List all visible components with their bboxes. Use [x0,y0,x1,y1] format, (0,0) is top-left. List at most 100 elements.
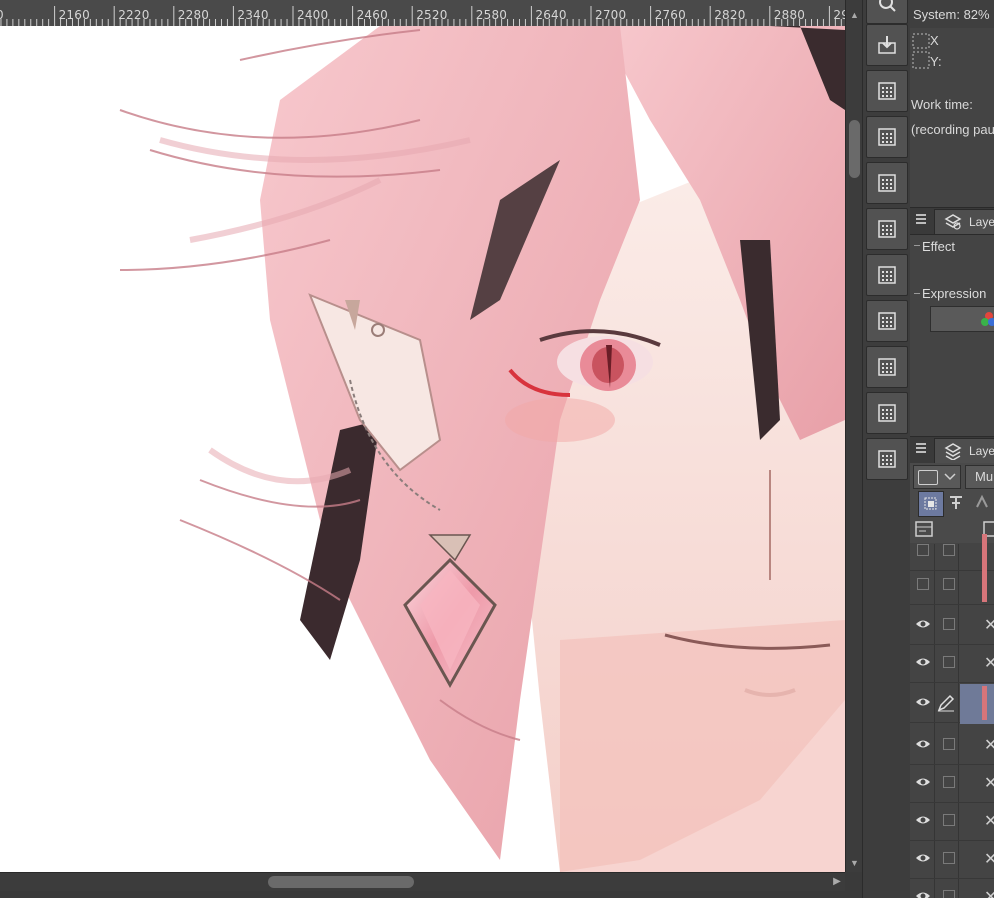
eye-icon[interactable] [915,814,931,826]
grid-material-icon[interactable] [866,392,908,434]
ruler-label: 2340 [237,8,269,22]
info-header: System: 82% [910,0,994,28]
empty-thumbnail-icon: ✕ [984,889,994,898]
lock-toggle[interactable] [943,776,955,788]
empty-thumbnail-icon: ✕ [984,775,994,792]
grid-material-icon[interactable] [866,70,908,112]
layer-thumbnail [982,568,987,602]
lock-toggle[interactable] [943,618,955,630]
layer-row[interactable]: ✕ [910,644,994,683]
lock-toggle[interactable] [943,656,955,668]
tab-layer[interactable]: Laye [934,438,994,463]
lock-toggle[interactable] [943,814,955,826]
layer-row[interactable]: ✕ [910,878,994,898]
artwork-illustration [119,26,845,872]
layer-row[interactable]: ✕ [910,726,994,765]
ruler-label: 2400 [297,8,329,22]
menu-icon[interactable] [916,214,926,224]
eye-icon[interactable] [915,618,931,630]
tab-label: Laye [969,444,994,458]
eye-icon[interactable] [915,890,931,898]
layer-row[interactable]: ✕ [910,764,994,803]
lock-layer-icon[interactable] [972,493,992,513]
empty-thumbnail-icon: ✕ [984,851,994,868]
ruler-label: 2460 [356,8,388,22]
ruler-label: 2700 [595,8,627,22]
empty-thumbnail-icon: ✕ [984,655,994,672]
grid-material-icon[interactable] [866,300,908,342]
lock-toggle[interactable] [943,578,955,590]
lock-toggle[interactable] [943,738,955,750]
visibility-toggle[interactable] [917,544,929,556]
ruler-label: 2580 [475,8,508,22]
reference-layer-icon[interactable] [946,493,966,513]
import-icon[interactable] [866,24,908,66]
pen-icon [937,694,955,712]
grid-material-icon[interactable] [866,346,908,388]
layer-thumbnail [982,686,987,720]
grid-material-icon[interactable] [866,162,908,204]
empty-thumbnail-icon: ✕ [984,617,994,634]
horizontal-scrollbar[interactable]: ▶ [0,872,845,891]
eye-icon[interactable] [915,696,931,708]
grid-material-icon[interactable] [866,116,908,158]
selected-layer-highlight [960,684,994,724]
eye-icon[interactable] [915,852,931,864]
layers-icon [944,443,962,460]
tab-layer-property[interactable]: Laye [934,209,994,234]
chevron-down-icon [944,473,956,481]
empty-thumbnail-icon: ✕ [984,813,994,830]
drawing-canvas[interactable] [0,26,845,872]
eye-icon[interactable] [915,738,931,750]
visibility-toggle[interactable] [917,578,929,590]
lock-toggle[interactable] [943,544,955,556]
eye-icon[interactable] [915,656,931,668]
layer-thumbnail [982,534,987,568]
layer-row[interactable]: ✕ [910,802,994,841]
recording-status-text: (recording pau [911,122,994,137]
grid-material-icon[interactable] [866,208,908,250]
scroll-up-arrow-icon[interactable]: ▲ [846,8,863,22]
lock-toggle[interactable] [943,852,955,864]
scroll-right-arrow-icon[interactable]: ▶ [831,875,843,889]
work-time-label: Work time: [911,97,973,112]
ruler-label: 2160 [58,8,90,22]
ruler-label: 0 [0,8,4,22]
layer-panel-header: Laye [910,436,994,464]
zoom-icon[interactable] [866,0,908,24]
grid-material-icon[interactable] [866,438,908,480]
clip-layer-button[interactable] [918,491,944,517]
horizontal-scroll-thumb[interactable] [268,876,414,888]
menu-icon[interactable] [916,443,926,453]
expression-color-select[interactable] [930,306,994,332]
layer-property-header: Laye [910,207,994,235]
empty-thumbnail-icon: ✕ [984,737,994,754]
expression-label: Expression [922,286,987,301]
color-mode-icon [981,312,994,326]
vertical-scroll-thumb[interactable] [849,120,860,178]
ruler-label: 2940 [833,8,845,22]
material-icon-strip [862,0,911,898]
blend-mode-label: Mu [975,469,994,484]
layer-row[interactable]: ✕ [910,606,994,645]
layer-list: ✕ ✕ ✕ ✕ ✕ ✕ ✕ [910,534,994,898]
y-coordinate-label: Y: [930,54,942,69]
blend-mode-dropdown[interactable]: Mu [965,465,994,489]
clip-icon [924,497,937,510]
layer-row[interactable]: ✕ [910,840,994,879]
ruler-label: 2220 [118,8,150,22]
ruler-label: 2520 [416,8,448,22]
ruler-label: 2280 [177,8,210,22]
layer-toolbar: Mu [910,463,994,543]
x-coordinate-label: X [930,33,939,48]
vertical-scrollbar[interactable]: ▲ ▼ [845,0,863,872]
grid-material-icon[interactable] [866,254,908,296]
scroll-down-arrow-icon[interactable]: ▼ [846,856,863,870]
ruler-label: 2880 [773,8,806,22]
lock-toggle[interactable] [943,890,955,898]
ruler-label: 2820 [714,8,746,22]
layer-row[interactable] [910,684,994,724]
eye-icon[interactable] [915,776,931,788]
layer-color-dropdown[interactable] [913,465,961,489]
layer-row[interactable] [910,566,994,605]
